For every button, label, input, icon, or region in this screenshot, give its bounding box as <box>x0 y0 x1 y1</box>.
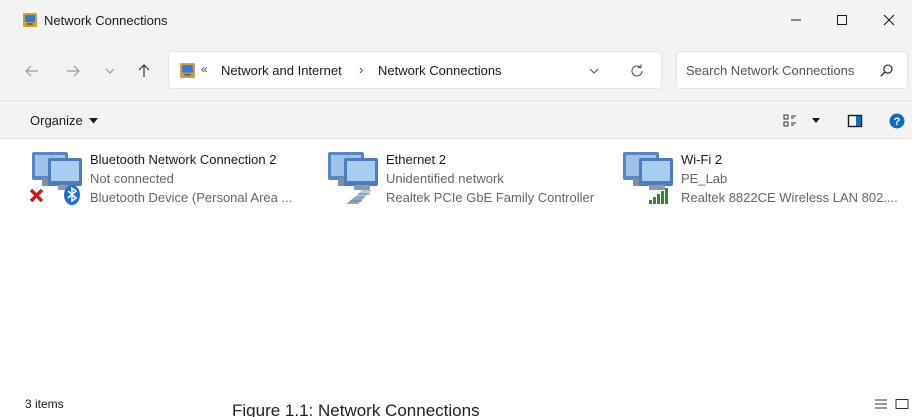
wifi-signal-icon <box>649 188 668 204</box>
breadcrumb-overflow[interactable]: « <box>201 62 208 76</box>
breadcrumb-network-and-internet[interactable]: Network and Internet <box>221 63 342 78</box>
item-count: 3 items <box>25 397 64 411</box>
preview-pane-icon[interactable] <box>847 113 863 129</box>
connection-name: Bluetooth Network Connection 2 <box>90 152 277 167</box>
ethernet-cable-icon <box>346 190 372 204</box>
tiles-view-icon[interactable] <box>895 398 909 410</box>
help-icon[interactable]: ? <box>889 113 905 129</box>
minimize-button[interactable] <box>773 0 819 40</box>
connection-device: Realtek PCIe GbE Family Controller <box>386 190 595 205</box>
close-icon <box>883 14 895 26</box>
recent-locations-button[interactable] <box>100 61 120 81</box>
breadcrumb-separator[interactable]: › <box>359 62 363 77</box>
network-connections-icon <box>23 13 37 27</box>
change-view-icon[interactable] <box>783 113 799 129</box>
details-view-icon[interactable] <box>874 398 888 410</box>
search-icon[interactable] <box>879 63 894 78</box>
close-button[interactable] <box>866 0 912 40</box>
minimize-icon <box>791 19 801 21</box>
address-bar[interactable]: « Network and Internet › Network Connect… <box>168 51 662 89</box>
address-row: « Network and Internet › Network Connect… <box>0 40 912 102</box>
caret-down-icon[interactable] <box>811 117 821 125</box>
bluetooth-icon <box>64 185 80 205</box>
maximize-button[interactable] <box>819 0 865 40</box>
network-adapter-icon <box>29 152 82 205</box>
maximize-icon <box>837 15 847 25</box>
connection-name: Wi-Fi 2 <box>681 152 723 167</box>
status-bar: 3 items Figure 1.1: Network Connections <box>0 390 912 417</box>
refresh-icon[interactable] <box>629 63 645 79</box>
arrow-right-icon <box>67 65 80 77</box>
window-title: Network Connections <box>44 13 168 28</box>
connection-name: Ethernet 2 <box>386 152 446 167</box>
network-adapter-icon <box>328 152 378 204</box>
chevron-down-icon <box>105 68 115 74</box>
arrow-up-icon <box>138 64 150 77</box>
caret-down-icon <box>88 117 98 123</box>
title-bar: Network Connections <box>0 0 912 40</box>
figure-caption: Figure 1.1: Network Connections <box>232 401 480 417</box>
breadcrumb-network-connections[interactable]: Network Connections <box>378 63 502 78</box>
organize-button[interactable]: Organize <box>30 113 98 128</box>
red-x-icon <box>29 188 44 203</box>
connection-device: Bluetooth Device (Personal Area ... <box>90 190 293 205</box>
connection-status: PE_Lab <box>681 171 728 186</box>
forward-button[interactable] <box>63 61 83 81</box>
back-button[interactable] <box>22 61 42 81</box>
arrow-left-icon <box>25 65 38 77</box>
organize-label: Organize <box>30 113 83 128</box>
search-box[interactable] <box>676 51 908 89</box>
connection-status: Unidentified network <box>386 171 504 186</box>
chevron-down-icon[interactable] <box>587 64 601 78</box>
search-input[interactable] <box>686 61 872 79</box>
command-bar: Organize ? <box>0 103 912 139</box>
connection-status: Not connected <box>90 171 174 186</box>
svg-text:?: ? <box>894 116 901 128</box>
up-button[interactable] <box>134 61 154 81</box>
connections-list: Bluetooth Network Connection 2 Not conne… <box>0 140 912 390</box>
network-connections-icon <box>180 63 195 78</box>
connection-device: Realtek 8822CE Wireless LAN 802.... <box>681 190 898 205</box>
network-adapter-icon <box>623 152 673 204</box>
